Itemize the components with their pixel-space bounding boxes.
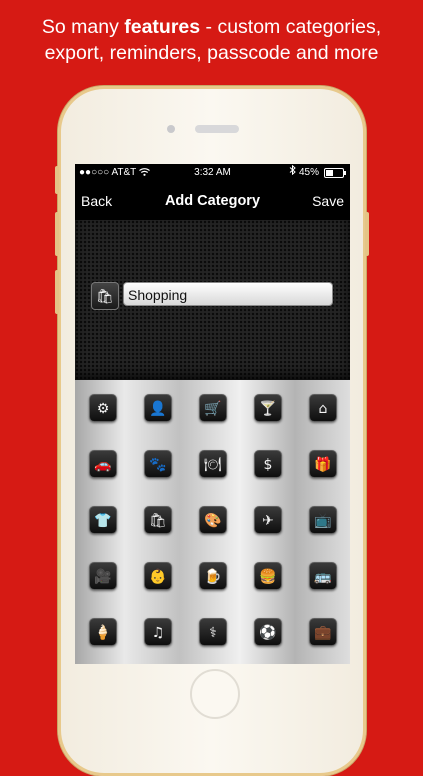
mute-switch <box>55 166 59 194</box>
shirt-icon[interactable]: 👕 <box>89 506 117 534</box>
headline-text: - custom categories, <box>200 16 382 38</box>
volume-up-button <box>55 212 59 256</box>
save-button[interactable]: Save <box>312 193 344 209</box>
headline-line-2: export, reminders, passcode and more <box>44 42 379 64</box>
headline-bold: features <box>124 16 201 38</box>
bluetooth-icon <box>289 164 296 182</box>
phone-screen: ●●○○○ AT&T 3:32 AM 45% Back Add Category… <box>75 164 350 664</box>
money-icon[interactable]: $ <box>254 450 282 478</box>
earpiece-speaker <box>195 125 239 133</box>
page-title: Add Category <box>164 193 261 209</box>
home-icon[interactable]: ⌂ <box>309 394 337 422</box>
car-icon[interactable]: 🚗 <box>89 450 117 478</box>
dining-icon[interactable]: 🍽 <box>199 450 227 478</box>
promo-headline: So many features - custom categories, ex… <box>0 14 423 66</box>
ice-cream-icon[interactable]: 🍦 <box>89 618 117 646</box>
medical-icon[interactable]: ⚕ <box>199 618 227 646</box>
beer-icon[interactable]: 🍺 <box>199 562 227 590</box>
music-note-icon[interactable]: ♫ <box>144 618 172 646</box>
headline-text: So many <box>41 16 125 38</box>
soccer-ball-icon[interactable]: ⚽ <box>254 618 282 646</box>
cocktail-icon[interactable]: 🍸 <box>254 394 282 422</box>
bus-icon[interactable]: 🚌 <box>309 562 337 590</box>
home-button[interactable] <box>190 669 240 719</box>
gift-icon[interactable]: 🎁 <box>309 450 337 478</box>
icon-grid: ⚙ 👤 🛒 🍸 ⌂ 🚗 🐾 🍽 $ 🎁 👕 🛍 🎨 ✈ 📺 🎥 👶 🍺 🍔 🚌 🍦 ♫ ⚕ ⚽ 💼 <box>89 394 339 654</box>
shopping-cart-icon[interactable]: 🛒 <box>199 394 227 422</box>
power-button <box>365 212 369 256</box>
burger-icon[interactable]: 🍔 <box>254 562 282 590</box>
baby-icon[interactable]: 👶 <box>144 562 172 590</box>
shopping-bag-icon[interactable]: 🛍 <box>144 506 172 534</box>
category-name-input[interactable]: Shopping <box>123 282 333 306</box>
back-button[interactable]: Back <box>81 193 112 209</box>
status-right: 45% <box>289 164 346 182</box>
volume-down-button <box>55 270 59 314</box>
headline-line-1: So many features - custom categories, <box>0 14 423 40</box>
briefcase-icon[interactable]: 💼 <box>309 618 337 646</box>
film-camera-icon[interactable]: 🎥 <box>89 562 117 590</box>
icon-picker: ⚙ 👤 🛒 🍸 ⌂ 🚗 🐾 🍽 $ 🎁 👕 🛍 🎨 ✈ 📺 🎥 👶 🍺 🍔 🚌 🍦 ♫ ⚕ ⚽ 💼 <box>75 380 350 664</box>
selected-category-icon[interactable]: 🛍 <box>91 282 119 310</box>
palette-icon[interactable]: 🎨 <box>199 506 227 534</box>
gears-icon[interactable]: ⚙ <box>89 394 117 422</box>
tv-icon[interactable]: 📺 <box>309 506 337 534</box>
shopping-bag-icon: 🛍 <box>96 288 114 304</box>
front-camera <box>167 125 175 133</box>
battery-percent: 45% <box>298 167 319 178</box>
status-bar: ●●○○○ AT&T 3:32 AM 45% <box>75 164 350 182</box>
person-icon[interactable]: 👤 <box>144 394 172 422</box>
navigation-bar: Back Add Category Save <box>75 182 350 220</box>
phone-frame: ●●○○○ AT&T 3:32 AM 45% Back Add Category… <box>55 86 369 776</box>
paw-icon[interactable]: 🐾 <box>144 450 172 478</box>
airplane-icon[interactable]: ✈ <box>254 506 282 534</box>
battery-icon <box>324 168 346 178</box>
category-edit-panel: 🛍 Shopping <box>75 220 350 380</box>
battery-fill <box>326 170 334 176</box>
